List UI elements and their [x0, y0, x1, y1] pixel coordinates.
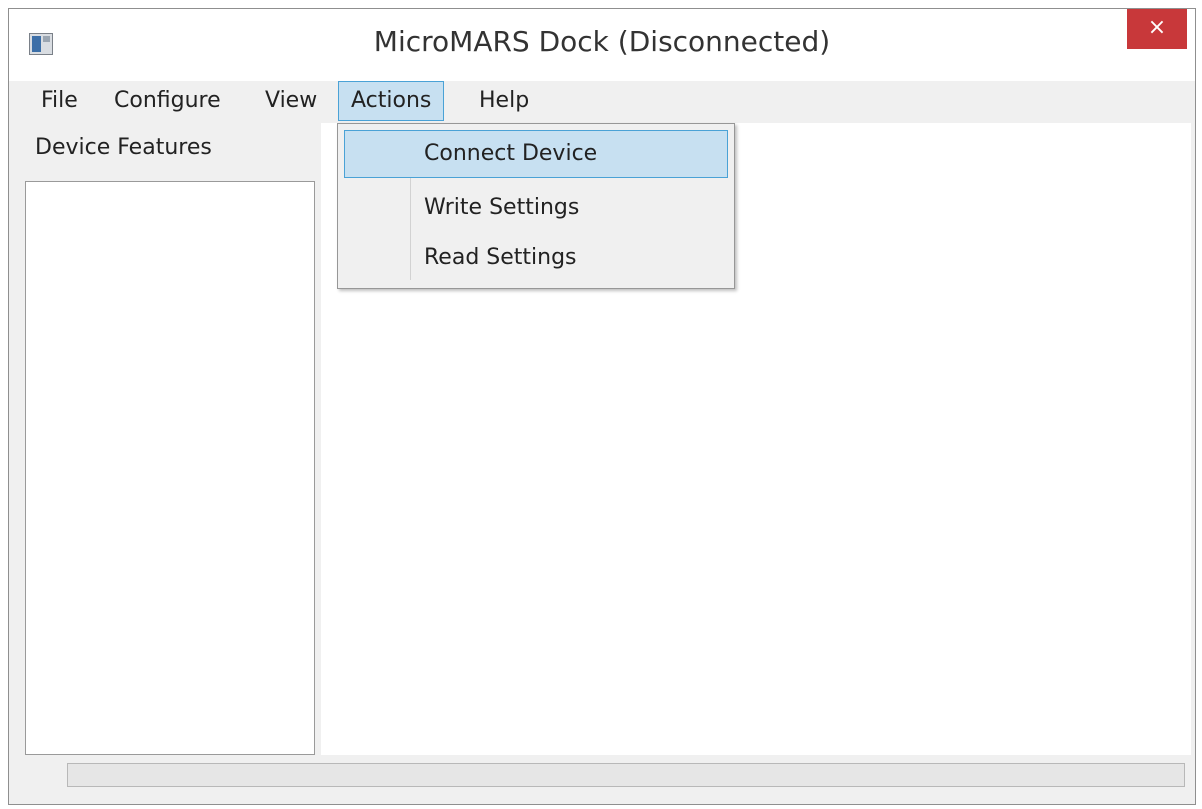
menu-item-write-settings[interactable]: Write Settings	[344, 184, 728, 232]
menu-help[interactable]: Help	[467, 81, 541, 121]
menu-item-connect-device[interactable]: Connect Device	[344, 130, 728, 178]
main-window: MicroMARS Dock (Disconnected) × File Con…	[8, 8, 1196, 805]
device-features-label: Device Features	[35, 135, 212, 160]
title-bar[interactable]: MicroMARS Dock (Disconnected) ×	[9, 9, 1195, 81]
progress-bar	[67, 763, 1185, 787]
menu-configure[interactable]: Configure	[102, 81, 233, 121]
device-features-list[interactable]	[25, 181, 315, 755]
menu-bar: File Configure View Actions Help	[9, 81, 1195, 123]
window-title: MicroMARS Dock (Disconnected)	[373, 25, 831, 58]
menu-actions[interactable]: Actions	[338, 81, 445, 121]
status-bar	[9, 755, 1195, 804]
close-button[interactable]: ×	[1127, 9, 1187, 49]
menu-file[interactable]: File	[29, 81, 90, 121]
menu-view[interactable]: View	[253, 81, 329, 121]
menu-item-read-settings[interactable]: Read Settings	[344, 234, 728, 282]
actions-dropdown-menu: Connect Device Write Settings Read Setti…	[337, 123, 735, 289]
